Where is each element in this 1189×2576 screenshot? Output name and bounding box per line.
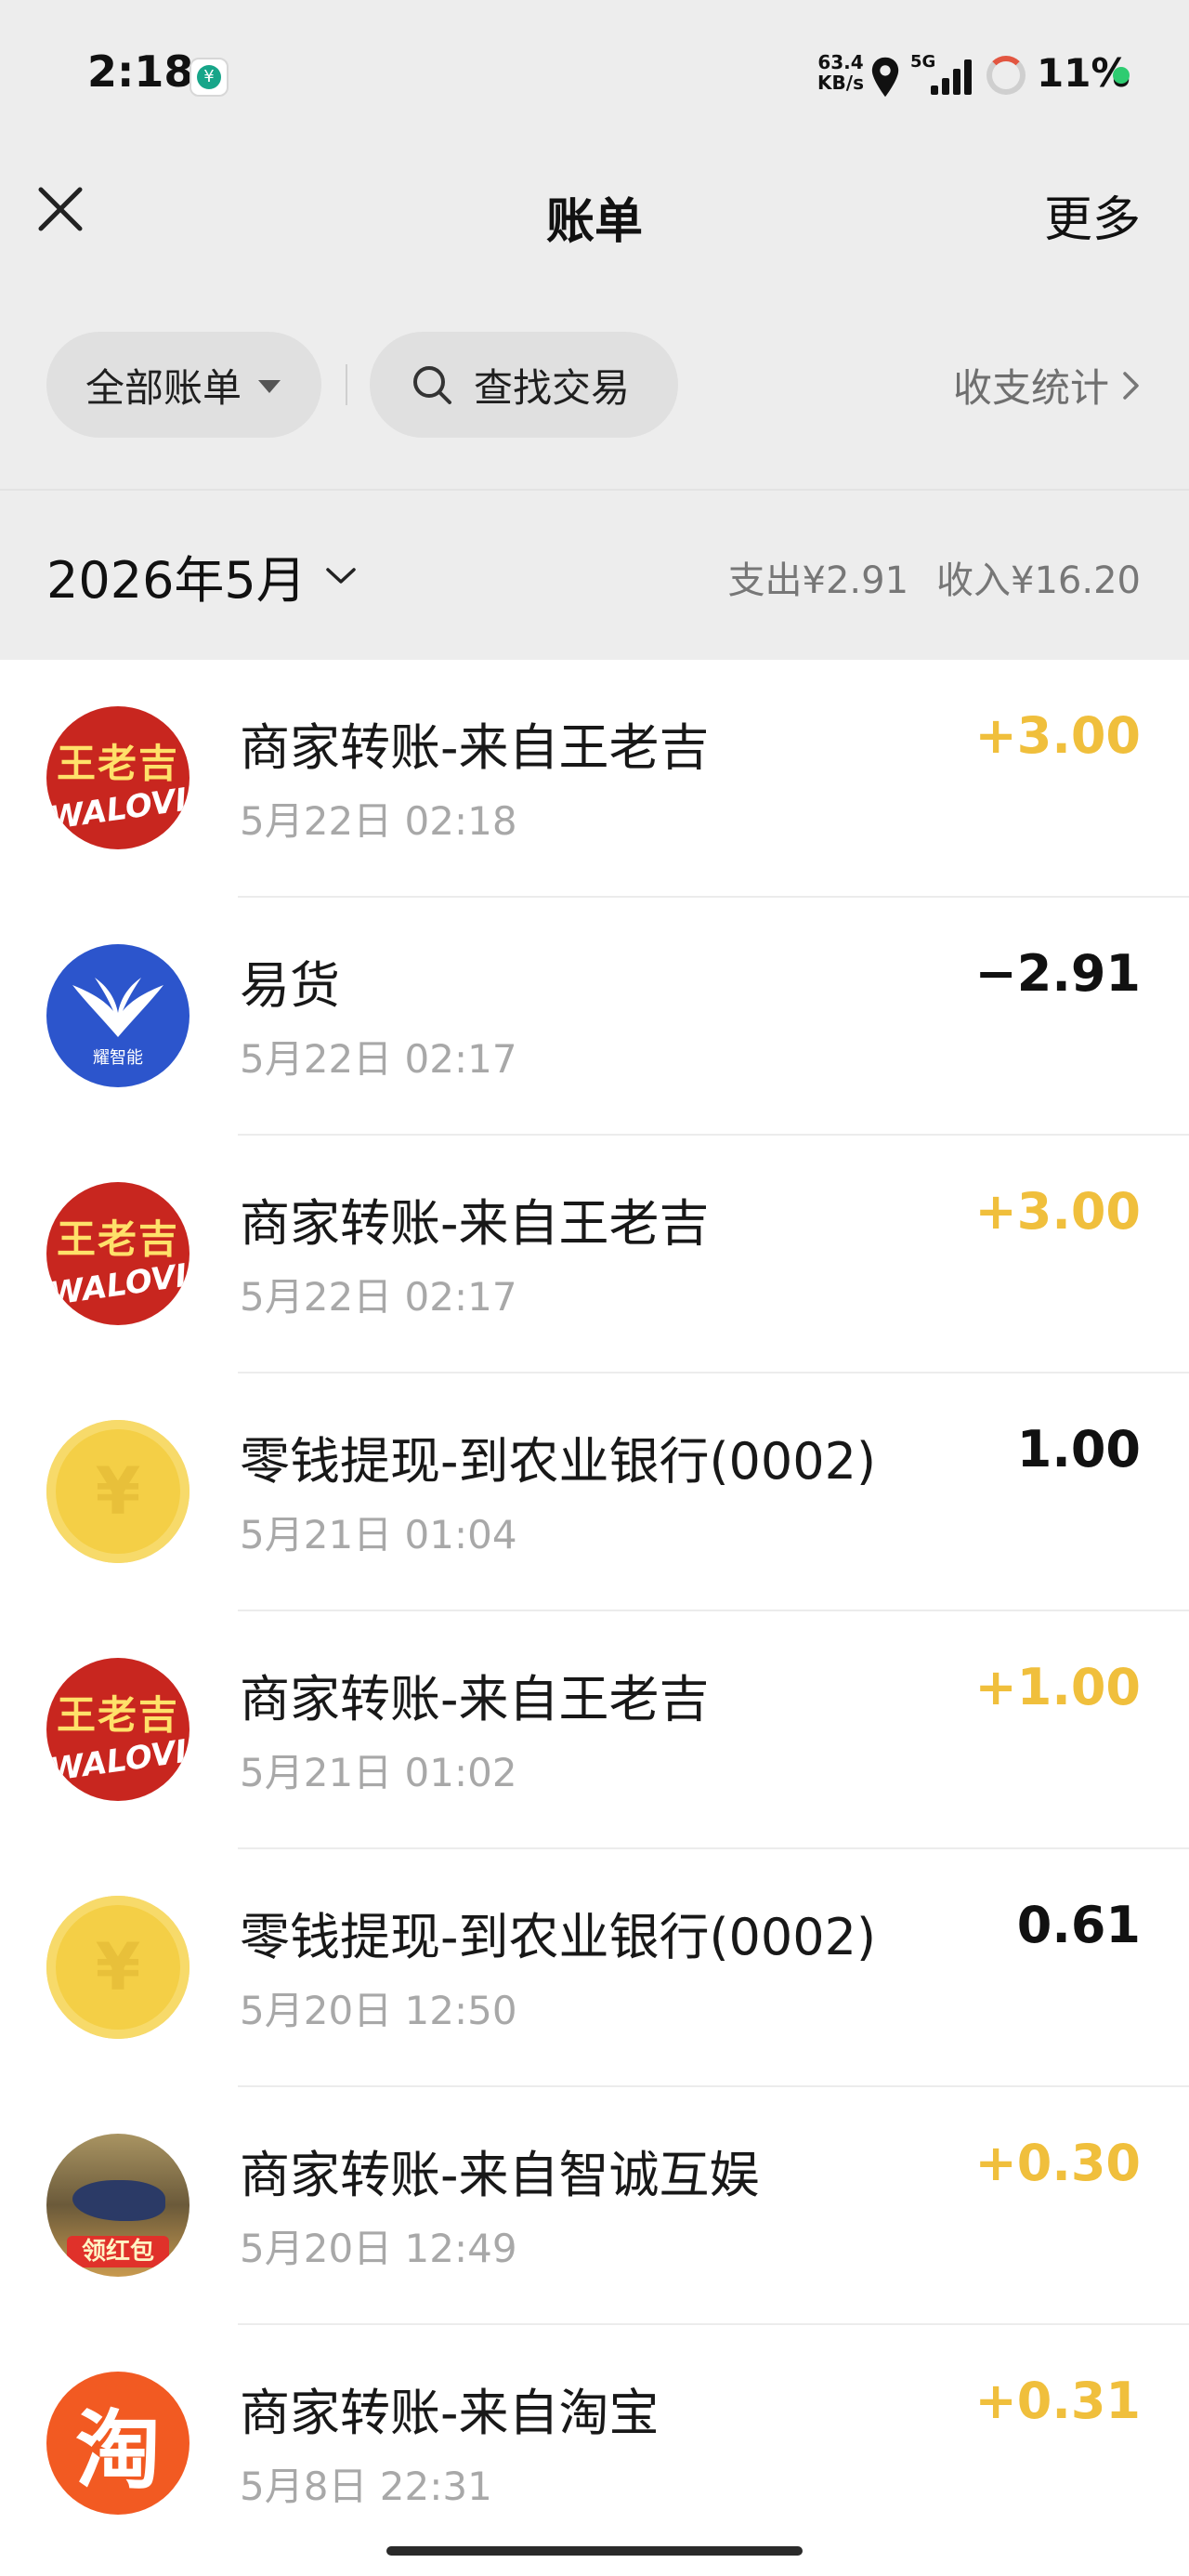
wanglaoji-logo-icon: 王老吉 WALOVI bbox=[46, 1182, 189, 1325]
income-expense-stats-link[interactable]: 收支统计 bbox=[953, 357, 1141, 414]
transaction-title: 商家转账-来自王老吉 bbox=[240, 718, 710, 777]
month-income: 收入¥16.20 bbox=[936, 559, 1141, 602]
transaction-amount: +0.30 bbox=[974, 2134, 1141, 2192]
chevron-right-icon bbox=[1123, 371, 1139, 400]
month-totals: 支出¥2.91 收入¥16.20 bbox=[728, 550, 1141, 604]
network-type: 5G bbox=[910, 52, 936, 72]
transaction-row[interactable]: 王老吉 WALOVI 商家转账-来自王老吉 5月21日 01:02 +1.00 bbox=[0, 1611, 1189, 1849]
all-bills-label: 全部账单 bbox=[85, 364, 242, 411]
stats-label: 收支统计 bbox=[952, 365, 1109, 411]
transaction-row[interactable]: ¥ 零钱提现-到农业银行(0002) 5月20日 12:50 0.61 bbox=[0, 1849, 1189, 2087]
month-expense: 支出¥2.91 bbox=[727, 559, 909, 602]
yuan-icon: ¥ bbox=[197, 65, 221, 89]
month-selector[interactable]: 2026年5月 bbox=[46, 539, 357, 612]
network-speed-value: 63.4 bbox=[817, 51, 864, 73]
network-speed: 63.4 KB/s bbox=[808, 52, 873, 93]
transaction-title: 商家转账-来自王老吉 bbox=[240, 1194, 710, 1253]
transaction-amount: +0.31 bbox=[974, 2372, 1141, 2430]
transaction-amount: +1.00 bbox=[974, 1658, 1141, 1716]
wallet-coin-icon: ¥ bbox=[46, 1420, 189, 1563]
transaction-time: 5月22日 02:17 bbox=[240, 1274, 517, 1320]
transaction-time: 5月20日 12:49 bbox=[240, 2226, 517, 2271]
privacy-indicator-dot bbox=[1113, 67, 1130, 84]
transaction-time: 5月22日 02:18 bbox=[240, 798, 517, 844]
transaction-time: 5月20日 12:50 bbox=[240, 1988, 517, 2033]
transaction-time: 5月8日 22:31 bbox=[240, 2464, 492, 2509]
caret-down-icon bbox=[258, 380, 281, 393]
transaction-title: 商家转账-来自智诚互娱 bbox=[240, 2146, 760, 2204]
more-button[interactable]: 更多 bbox=[1044, 180, 1141, 250]
transaction-row[interactable]: ¥ 零钱提现-到农业银行(0002) 5月21日 01:04 1.00 bbox=[0, 1373, 1189, 1611]
transaction-title: 商家转账-来自淘宝 bbox=[240, 2384, 660, 2442]
close-icon[interactable] bbox=[33, 182, 87, 236]
transaction-amount: +3.00 bbox=[974, 1182, 1141, 1241]
winged-logo-icon: 耀智能 bbox=[46, 944, 189, 1087]
transaction-amount: 0.61 bbox=[1016, 1896, 1141, 1954]
transaction-row[interactable]: 领红包 商家转账-来自智诚互娱 5月20日 12:49 +0.30 bbox=[0, 2087, 1189, 2325]
wanglaoji-logo-icon: 王老吉 WALOVI bbox=[46, 706, 189, 849]
cellular-signal-icon: 5G bbox=[910, 52, 973, 99]
transaction-title: 零钱提现-到农业银行(0002) bbox=[240, 1432, 877, 1491]
transaction-title: 易货 bbox=[240, 956, 340, 1015]
all-bills-filter[interactable]: 全部账单 bbox=[46, 332, 321, 438]
divider bbox=[346, 364, 347, 405]
wallet-coin-icon: ¥ bbox=[46, 1896, 189, 2039]
month-label: 2026年5月 bbox=[46, 551, 307, 610]
transaction-title: 商家转账-来自王老吉 bbox=[240, 1670, 710, 1728]
transaction-title: 零钱提现-到农业银行(0002) bbox=[240, 1908, 877, 1966]
transaction-time: 5月22日 02:17 bbox=[240, 1036, 517, 1082]
transaction-row[interactable]: 耀智能 易货 5月22日 02:17 −2.91 bbox=[0, 898, 1189, 1136]
battery-icon bbox=[986, 56, 1026, 95]
transaction-list: 王老吉 WALOVI 商家转账-来自王老吉 5月22日 02:18 +3.00 … bbox=[0, 660, 1189, 2563]
app-notification-icon: ¥ bbox=[189, 58, 229, 97]
transaction-amount: +3.00 bbox=[974, 706, 1141, 765]
network-speed-unit: KB/s bbox=[817, 72, 864, 94]
home-indicator[interactable] bbox=[386, 2546, 803, 2556]
transaction-row[interactable]: 淘 商家转账-来自淘宝 5月8日 22:31 +0.31 bbox=[0, 2325, 1189, 2563]
chevron-down-icon bbox=[326, 567, 356, 584]
location-icon bbox=[871, 57, 899, 98]
wanglaoji-logo-icon: 王老吉 WALOVI bbox=[46, 1658, 189, 1801]
status-time: 2:18 bbox=[87, 46, 194, 97]
transaction-amount: −2.91 bbox=[974, 944, 1141, 1003]
status-bar: 2:18 ¥ 63.4 KB/s 5G 11% bbox=[0, 0, 1189, 139]
transaction-row[interactable]: 王老吉 WALOVI 商家转账-来自王老吉 5月22日 02:17 +3.00 bbox=[0, 1136, 1189, 1373]
taobao-logo-icon: 淘 bbox=[46, 2372, 189, 2515]
search-icon bbox=[413, 366, 451, 404]
search-transactions-button[interactable]: 查找交易 bbox=[370, 332, 678, 438]
whale-game-logo-icon: 领红包 bbox=[46, 2134, 189, 2277]
search-label: 查找交易 bbox=[474, 364, 631, 411]
transaction-time: 5月21日 01:02 bbox=[240, 1750, 517, 1795]
transaction-amount: 1.00 bbox=[1016, 1420, 1141, 1479]
month-summary-bar: 2026年5月 支出¥2.91 收入¥16.20 bbox=[0, 489, 1189, 660]
transaction-time: 5月21日 01:04 bbox=[240, 1512, 517, 1557]
transaction-row[interactable]: 王老吉 WALOVI 商家转账-来自王老吉 5月22日 02:18 +3.00 bbox=[0, 660, 1189, 898]
